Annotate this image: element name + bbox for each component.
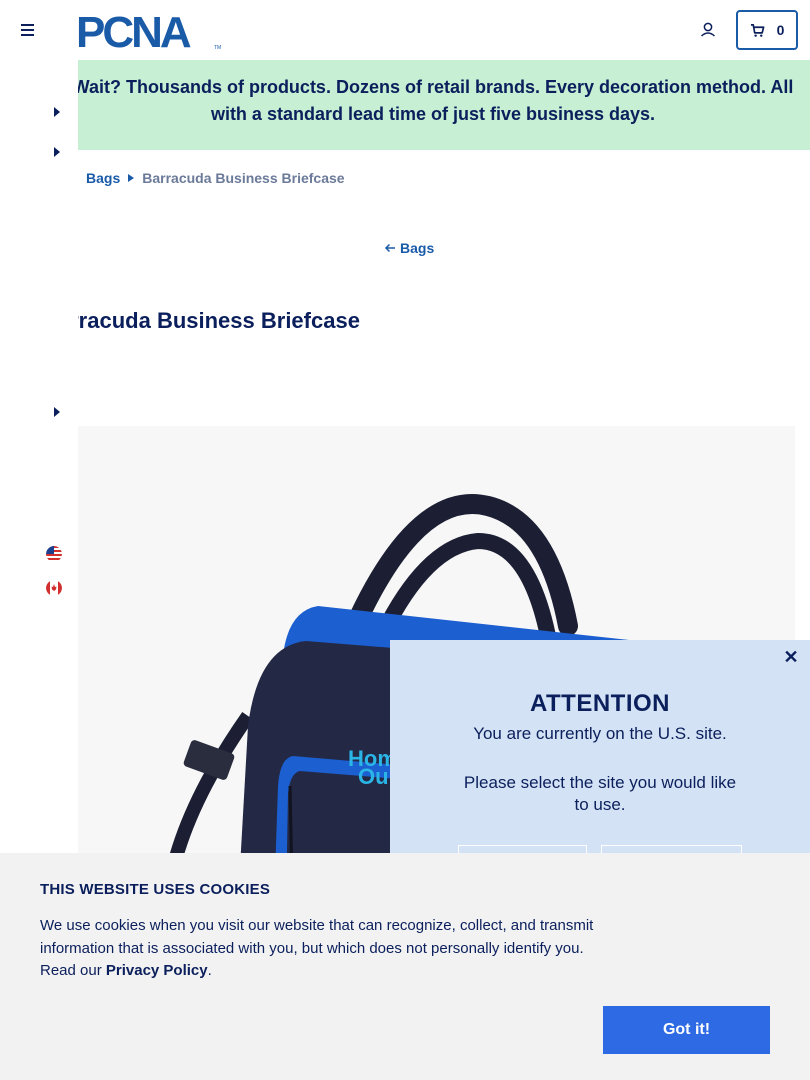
logo-tm: TM <box>214 45 221 51</box>
product-imprint-text: Ou <box>358 764 389 789</box>
arrow-left-icon <box>384 243 395 253</box>
back-link-label: Bags <box>400 240 435 256</box>
canada-flag-icon[interactable] <box>46 580 62 596</box>
us-flag-icon[interactable] <box>46 546 62 562</box>
menu-line <box>21 24 34 26</box>
promo-text: Wait? Thousands of products. Dozens of r… <box>78 77 794 124</box>
back-to-bags-link[interactable]: Bags <box>384 240 434 256</box>
account-icon[interactable] <box>698 20 718 40</box>
breadcrumb-current: Barracuda Business Briefcase <box>142 170 345 186</box>
modal-message: You are currently on the U.S. site. <box>473 724 727 743</box>
privacy-policy-link[interactable]: Privacy Policy <box>106 962 208 979</box>
modal-title: ATTENTION <box>529 690 671 717</box>
product-title: Barracuda Business Briefcase <box>78 308 798 340</box>
cart-count: 0 <box>776 22 785 38</box>
modal-prompt: Please select the site you would like to… <box>463 773 737 814</box>
close-icon[interactable]: ✕ <box>782 648 800 666</box>
promo-banner: Wait? Thousands of products. Dozens of r… <box>78 60 810 150</box>
rail-expand-arrow-icon[interactable] <box>53 147 61 157</box>
site-header: PCNA TM 0 <box>0 0 810 60</box>
logo-text: PCNA <box>76 10 191 52</box>
cart-button[interactable]: 0 <box>736 10 798 50</box>
cookie-title: THIS WEBSITE USES COOKIES <box>40 881 271 898</box>
cookie-banner: THIS WEBSITE USES COOKIES We use cookies… <box>0 853 810 1080</box>
rail-expand-arrow-icon[interactable] <box>53 107 61 117</box>
menu-line <box>21 29 34 31</box>
hamburger-menu-icon[interactable] <box>18 20 38 40</box>
menu-line <box>21 34 34 36</box>
product-title-text: Barracuda Business Briefcase <box>78 308 360 333</box>
accept-cookies-button[interactable]: Got it! <box>603 1006 770 1054</box>
breadcrumb: Bags Barracuda Business Briefcase <box>86 168 345 188</box>
rail-expand-arrow-icon[interactable] <box>53 407 61 417</box>
pcna-logo[interactable]: PCNA TM <box>76 10 224 52</box>
cookie-body-end: . <box>207 962 212 979</box>
cookie-body: We use cookies when you visit our websit… <box>40 915 600 983</box>
cart-icon <box>750 23 765 37</box>
breadcrumb-link-bags[interactable]: Bags <box>86 170 120 186</box>
breadcrumb-separator-icon <box>128 174 135 182</box>
